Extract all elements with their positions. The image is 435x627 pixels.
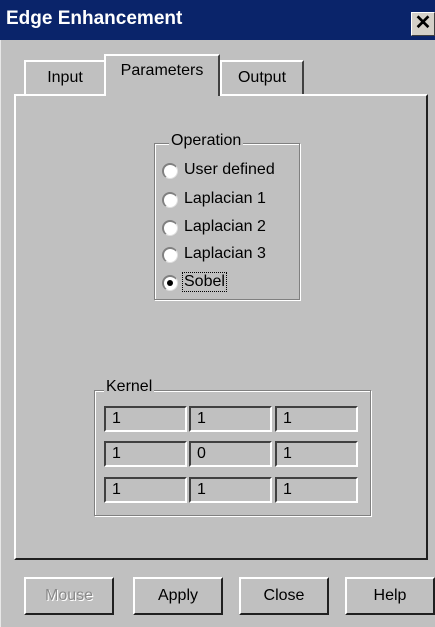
radio-label-user-defined: User defined xyxy=(184,161,275,178)
window-title: Edge Enhancement xyxy=(6,8,183,29)
title-bar: Edge Enhancement xyxy=(0,0,435,40)
help-button[interactable]: Help xyxy=(345,577,435,615)
apply-button[interactable]: Apply xyxy=(133,577,223,615)
radio-label-laplacian-2: Laplacian 2 xyxy=(184,218,266,235)
kernel-cell[interactable]: 1 xyxy=(104,441,187,467)
tab-output-label: Output xyxy=(237,69,287,86)
kernel-cell[interactable]: 1 xyxy=(104,477,187,503)
kernel-cell[interactable]: 1 xyxy=(104,406,187,432)
tab-parameters[interactable]: Parameters xyxy=(104,54,220,96)
radio-label-sobel: Sobel xyxy=(182,272,227,292)
radio-label-laplacian-3: Laplacian 3 xyxy=(184,245,266,262)
operation-group-label: Operation xyxy=(169,132,244,150)
kernel-group-label: Kernel xyxy=(104,378,155,396)
kernel-cell[interactable]: 0 xyxy=(189,441,272,467)
radio-label-laplacian-1: Laplacian 1 xyxy=(184,190,266,207)
tab-input-label: Input xyxy=(47,69,83,86)
close-button[interactable]: Close xyxy=(239,577,329,615)
radio-button-checked-icon[interactable] xyxy=(162,275,178,291)
kernel-cell[interactable]: 1 xyxy=(189,406,272,432)
close-icon[interactable]: ✕ xyxy=(411,12,435,36)
tab-input[interactable]: Input xyxy=(24,60,106,94)
radio-button-icon[interactable] xyxy=(162,163,178,179)
radio-button-icon[interactable] xyxy=(162,247,178,263)
kernel-cell[interactable]: 1 xyxy=(189,477,272,503)
kernel-cell[interactable]: 1 xyxy=(275,477,358,503)
radio-button-icon[interactable] xyxy=(162,220,178,236)
tab-output[interactable]: Output xyxy=(220,60,304,94)
tab-parameters-label: Parameters xyxy=(120,62,204,79)
kernel-cell[interactable]: 1 xyxy=(275,406,358,432)
mouse-button: Mouse xyxy=(24,577,114,615)
radio-button-icon[interactable] xyxy=(162,192,178,208)
kernel-cell[interactable]: 1 xyxy=(275,441,358,467)
